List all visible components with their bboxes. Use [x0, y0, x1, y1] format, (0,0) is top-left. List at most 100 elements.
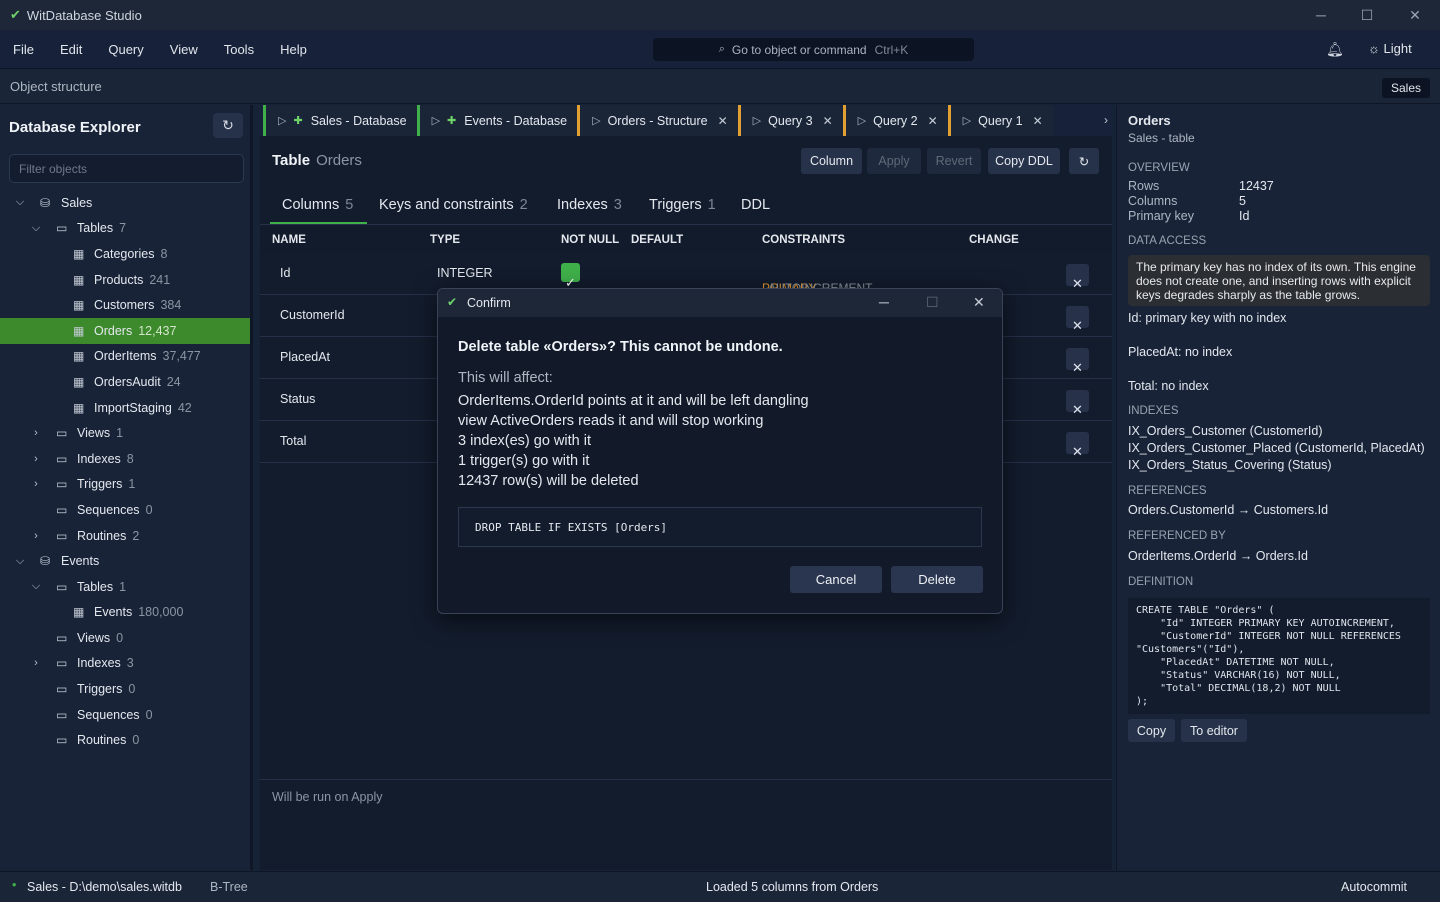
close-tab-icon[interactable]: ✕: [718, 114, 728, 128]
filter-input[interactable]: Filter objects: [9, 154, 244, 183]
tree-item-triggers[interactable]: › ▭ Triggers 1: [0, 472, 250, 498]
command-palette[interactable]: ⌕ Go to object or command Ctrl+K: [653, 38, 974, 61]
index-item[interactable]: IX_Orders_Customer_Placed (CustomerId, P…: [1128, 441, 1425, 455]
tree-item-importstaging[interactable]: ▦ ImportStaging 42: [0, 395, 250, 421]
remove-column-button[interactable]: ✕: [1066, 432, 1089, 459]
subtab-indexes[interactable]: Indexes 3: [557, 197, 622, 213]
theme-toggle[interactable]: ☼ Light: [1368, 41, 1412, 56]
explorer-refresh-button[interactable]: ↻: [213, 113, 243, 138]
impact-item: 12437 row(s) will be deleted: [458, 473, 639, 489]
tree-item-products[interactable]: ▦ Products 241: [0, 267, 250, 293]
chevron-right-icon[interactable]: ›: [30, 530, 42, 542]
close-tab-icon[interactable]: ✕: [823, 114, 833, 128]
run-icon[interactable]: ▷: [592, 114, 600, 127]
status-mode[interactable]: Autocommit: [1341, 880, 1407, 894]
tree-item-customers[interactable]: ▦ Customers 384: [0, 292, 250, 318]
tree-item-routines[interactable]: ▭ Routines 0: [0, 727, 250, 753]
chevron-right-icon[interactable]: ›: [30, 427, 42, 439]
index-item[interactable]: IX_Orders_Status_Covering (Status): [1128, 458, 1332, 472]
revert-button[interactable]: Revert: [927, 148, 981, 174]
run-icon[interactable]: ▷: [432, 114, 440, 127]
subtab-triggers[interactable]: Triggers 1: [649, 197, 716, 213]
tree-item-indexes[interactable]: › ▭ Indexes 8: [0, 446, 250, 472]
subtab-ddl[interactable]: DDL: [741, 197, 770, 213]
menu-file[interactable]: File: [0, 42, 47, 57]
table-icon: ▦: [73, 272, 85, 287]
apply-button[interactable]: Apply: [867, 148, 921, 174]
menu-view[interactable]: View: [157, 42, 211, 57]
run-icon[interactable]: ▷: [753, 114, 761, 127]
to-editor-button[interactable]: To editor: [1181, 719, 1247, 742]
menu-edit[interactable]: Edit: [47, 42, 95, 57]
tree-item-tables[interactable]: ⌵ ▭ Tables 7: [0, 216, 250, 242]
tree-item-ordersaudit[interactable]: ▦ OrdersAudit 24: [0, 369, 250, 395]
tree-item-sequences[interactable]: ▭ Sequences 0: [0, 702, 250, 728]
access-note: Total: no index: [1128, 379, 1209, 393]
remove-column-button[interactable]: ✕: [1066, 390, 1089, 417]
chevron-down-icon[interactable]: ⌵: [14, 555, 26, 568]
run-icon[interactable]: ▷: [963, 114, 971, 127]
menu-query[interactable]: Query: [95, 42, 156, 57]
tree-item-sequences[interactable]: ▭ Sequences 0: [0, 497, 250, 523]
menu-tools[interactable]: Tools: [211, 42, 267, 57]
add-column-button[interactable]: Column: [801, 148, 862, 174]
context-badge[interactable]: Sales: [1381, 78, 1430, 98]
chevron-right-icon[interactable]: ›: [30, 478, 42, 490]
tree-item-triggers[interactable]: ▭ Triggers 0: [0, 676, 250, 702]
chevron-right-icon[interactable]: ›: [30, 453, 42, 465]
tree-item-views[interactable]: ▭ Views 0: [0, 625, 250, 651]
delete-button[interactable]: Delete: [891, 566, 983, 593]
tab-query-2[interactable]: ▷ Query 2 ✕: [842, 105, 948, 136]
folder-icon: ▭: [56, 682, 68, 697]
maximize-icon[interactable]: ☐: [1344, 0, 1390, 30]
chevron-down-icon[interactable]: ⌵: [30, 222, 42, 235]
reference-item[interactable]: Orders.CustomerId → Customers.Id: [1128, 503, 1328, 517]
tree-item-events[interactable]: ⌵ ⛁ Events: [0, 548, 250, 574]
chevron-down-icon[interactable]: ⌵: [14, 196, 26, 209]
object-structure-bar: Object structure Sales: [0, 70, 1440, 104]
tree-item-views[interactable]: › ▭ Views 1: [0, 420, 250, 446]
run-icon[interactable]: ▷: [858, 114, 866, 127]
menu-help[interactable]: Help: [267, 42, 320, 57]
tab-query-1[interactable]: ▷ Query 1 ✕: [947, 105, 1053, 136]
not-null-checkbox[interactable]: ✓: [561, 263, 580, 290]
refresh-table-button[interactable]: ↻: [1069, 148, 1099, 174]
tree-item-sales[interactable]: ⌵ ⛁ Sales: [0, 190, 250, 216]
index-item[interactable]: IX_Orders_Customer (CustomerId): [1128, 424, 1323, 438]
remove-column-button[interactable]: ✕: [1066, 264, 1089, 291]
col-header-constraints: CONSTRAINTS: [762, 234, 846, 246]
tab-sales-database[interactable]: ▷ ✚ Sales - Database: [263, 105, 417, 136]
tab-query-3[interactable]: ▷ Query 3 ✕: [737, 105, 843, 136]
remove-column-button[interactable]: ✕: [1066, 306, 1089, 333]
tree-item-routines[interactable]: › ▭ Routines 2: [0, 523, 250, 549]
close-tab-icon[interactable]: ✕: [1033, 114, 1043, 128]
tree-item-events[interactable]: ▦ Events 180,000: [0, 600, 250, 626]
remove-column-button[interactable]: ✕: [1066, 348, 1089, 375]
chevron-right-icon[interactable]: ›: [30, 657, 42, 669]
status-db: Sales - D:\demo\sales.witdb: [27, 880, 182, 894]
bell-icon[interactable]: 🔔︎: [1326, 41, 1344, 58]
tree-item-indexes[interactable]: › ▭ Indexes 3: [0, 651, 250, 677]
copy-ddl-button[interactable]: Copy DDL: [988, 148, 1060, 174]
folder-icon: ▭: [56, 630, 68, 645]
close-window-icon[interactable]: ✕: [1392, 0, 1438, 30]
subtab-keys[interactable]: Keys and constraints 2: [379, 197, 528, 213]
close-icon[interactable]: ✕: [973, 294, 985, 311]
close-tab-icon[interactable]: ✕: [928, 114, 938, 128]
tab-orders-structure[interactable]: ▷ Orders - Structure ✕: [577, 105, 738, 136]
minimize-icon[interactable]: ─: [1298, 0, 1344, 30]
tree-item-orders[interactable]: ▦ Orders 12,437: [0, 317, 250, 344]
tree-item-categories[interactable]: ▦ Categories 8: [0, 241, 250, 267]
subtab-columns[interactable]: Columns 5: [269, 197, 368, 224]
tabs-overflow-chevron-icon[interactable]: ›: [1104, 113, 1108, 127]
run-icon[interactable]: ▷: [278, 114, 286, 127]
minimize-icon[interactable]: ─: [879, 294, 889, 310]
tree-item-label: Orders 12,437: [94, 324, 176, 338]
tree-item-tables[interactable]: ⌵ ▭ Tables 1: [0, 574, 250, 600]
referenced-by-item[interactable]: OrderItems.OrderId → Orders.Id: [1128, 549, 1308, 563]
tab-events-database[interactable]: ▷ ✚ Events - Database: [416, 105, 578, 136]
copy-definition-button[interactable]: Copy: [1128, 719, 1175, 742]
cancel-button[interactable]: Cancel: [790, 566, 882, 593]
tree-item-orderitems[interactable]: ▦ OrderItems 37,477: [0, 344, 250, 370]
chevron-down-icon[interactable]: ⌵: [30, 580, 42, 593]
